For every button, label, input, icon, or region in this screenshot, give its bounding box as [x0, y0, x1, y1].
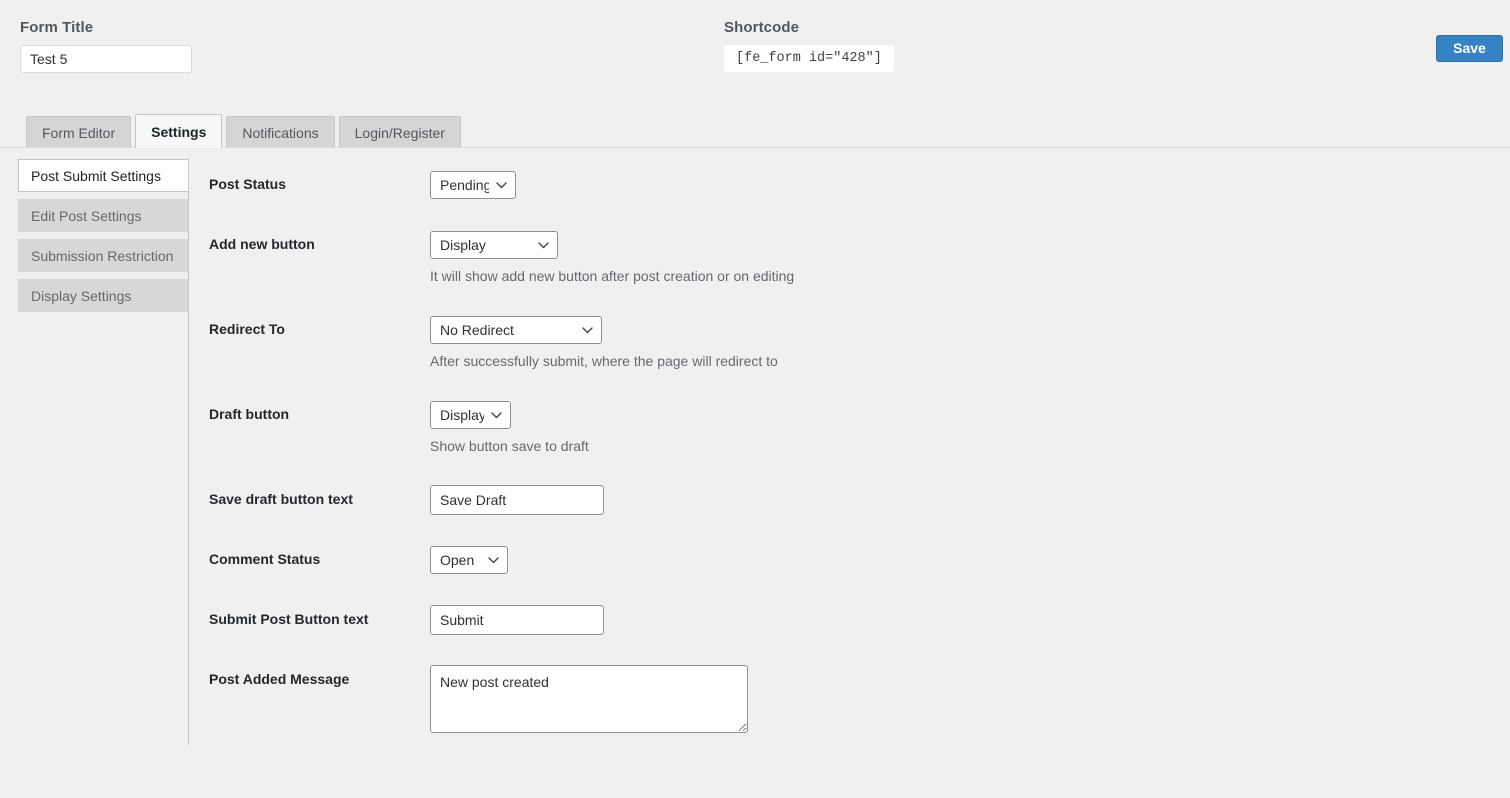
page-header: Form Title Shortcode [fe_form id="428"] …: [0, 0, 1510, 110]
submit-post-button-text-label: Submit Post Button text: [209, 611, 368, 627]
tab-settings[interactable]: Settings: [135, 114, 222, 148]
add-new-button-select-wrap: Display: [430, 231, 558, 259]
field-row-save-draft-button-text: Save draft button text: [209, 474, 1489, 534]
comment-status-label: Comment Status: [209, 551, 320, 567]
tab-form-editor[interactable]: Form Editor: [26, 116, 131, 148]
comment-status-select-wrap: Open: [430, 546, 508, 574]
field-row-redirect-to: Redirect To No Redirect After successful…: [209, 304, 1489, 389]
field-row-add-new-button: Add new button Display It will show add …: [209, 219, 1489, 304]
settings-sidebar: Post Submit Settings Edit Post Settings …: [18, 159, 189, 319]
sidebar-item-edit-post-settings[interactable]: Edit Post Settings: [18, 199, 189, 232]
post-added-message-textarea[interactable]: New post created: [430, 665, 748, 733]
sidebar-item-display-settings[interactable]: Display Settings: [18, 279, 189, 312]
field-row-post-status: Post Status Pending: [209, 159, 1489, 219]
redirect-to-select[interactable]: No Redirect: [430, 316, 602, 344]
field-row-submit-post-button-text: Submit Post Button text: [209, 594, 1489, 654]
field-row-draft-button: Draft button Display Show button save to…: [209, 389, 1489, 474]
post-status-label: Post Status: [209, 176, 286, 192]
field-row-post-added-message: Post Added Message New post created: [209, 654, 1489, 744]
form-title-group: Form Title: [20, 19, 192, 73]
form-title-label: Form Title: [20, 19, 192, 37]
post-status-select[interactable]: Pending: [430, 171, 516, 199]
redirect-to-select-wrap: No Redirect: [430, 316, 602, 344]
tab-notifications[interactable]: Notifications: [226, 116, 334, 148]
save-draft-button-text-input[interactable]: [430, 485, 604, 515]
sidebar-content-divider: [188, 158, 189, 745]
add-new-button-help: It will show add new button after post c…: [430, 268, 794, 284]
form-title-input[interactable]: [20, 45, 192, 73]
post-added-message-label: Post Added Message: [209, 671, 349, 687]
tab-bar-divider: [0, 147, 1510, 148]
shortcode-label: Shortcode: [724, 19, 894, 37]
submit-post-button-text-input[interactable]: [430, 605, 604, 635]
sidebar-item-submission-restriction[interactable]: Submission Restriction: [18, 239, 189, 272]
comment-status-select[interactable]: Open: [430, 546, 508, 574]
redirect-to-help: After successfully submit, where the pag…: [430, 353, 778, 369]
add-new-button-select[interactable]: Display: [430, 231, 558, 259]
save-draft-button-text-label: Save draft button text: [209, 491, 353, 507]
draft-button-select[interactable]: Display: [430, 401, 511, 429]
draft-button-label: Draft button: [209, 406, 289, 422]
field-row-comment-status: Comment Status Open: [209, 534, 1489, 594]
draft-button-select-wrap: Display: [430, 401, 511, 429]
tab-bar: Form Editor Settings Notifications Login…: [26, 114, 465, 148]
shortcode-value[interactable]: [fe_form id="428"]: [724, 45, 894, 72]
shortcode-group: Shortcode [fe_form id="428"]: [724, 19, 894, 72]
redirect-to-label: Redirect To: [209, 321, 285, 337]
draft-button-help: Show button save to draft: [430, 438, 589, 454]
tab-login-register[interactable]: Login/Register: [339, 116, 461, 148]
form-settings-page: Form Title Shortcode [fe_form id="428"] …: [0, 0, 1510, 798]
save-button[interactable]: Save: [1436, 35, 1503, 62]
add-new-button-label: Add new button: [209, 236, 315, 252]
sidebar-item-post-submit-settings[interactable]: Post Submit Settings: [18, 159, 189, 192]
post-submit-settings-panel: Post Status Pending Add new button Dis: [209, 159, 1489, 744]
post-status-select-wrap: Pending: [430, 171, 516, 199]
